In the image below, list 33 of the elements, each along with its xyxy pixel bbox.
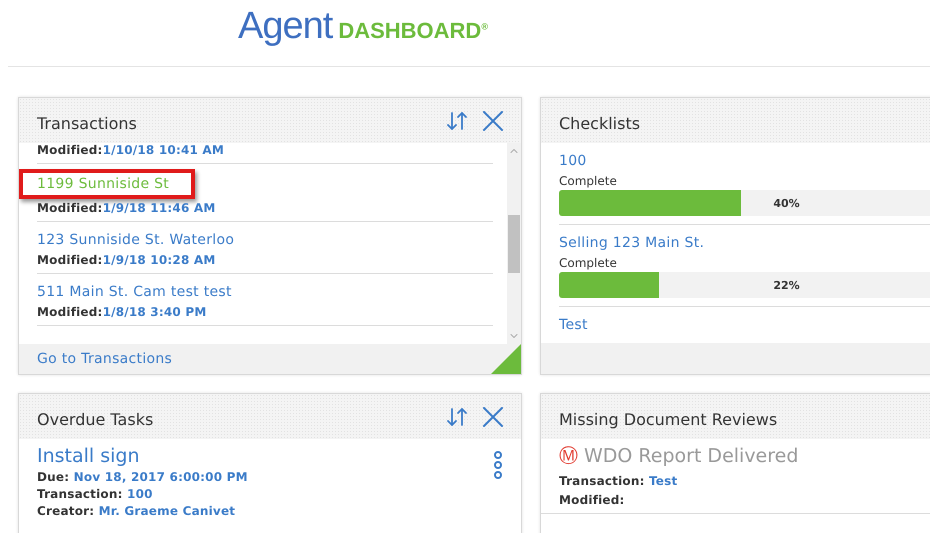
scrollbar-thumb[interactable] [508, 214, 520, 272]
detail-text: Modified: [559, 493, 626, 507]
checklist-link[interactable]: Selling 123 Main St. [559, 233, 704, 253]
close-button[interactable] [483, 110, 503, 130]
detail-text: Transaction: Test [559, 474, 678, 488]
transaction-link[interactable]: 1199 Sunniside St [37, 174, 170, 194]
card-title: Checklists [559, 113, 640, 133]
task-link[interactable]: Install sign [37, 445, 140, 467]
detail-text: Creator: Mr. Graeme Canivet [37, 504, 236, 518]
modified-text: Modified:1/8/18 3:40 PM [37, 305, 206, 319]
status-symbol: Ⓜ [559, 444, 578, 469]
modified-text: Modified:1/9/18 11:46 AM [37, 201, 216, 215]
checklist-link[interactable]: 100 [559, 151, 587, 171]
card-title: Transactions [37, 113, 137, 133]
modified-text: Modified:1/9/18 10:28 AM [37, 253, 216, 267]
card-title: Missing Document Reviews [559, 409, 778, 429]
card-title: Overdue Tasks [37, 409, 154, 429]
transaction-link[interactable]: 123 Sunniside St. Waterloo [37, 230, 234, 250]
review-title: WDO Report Delivered [584, 445, 798, 467]
more-options-button[interactable] [493, 451, 503, 479]
modified-text: Modified:1/10/18 10:41 AM [37, 143, 224, 157]
transaction-link[interactable]: 511 Main St. Cam test test [37, 282, 232, 302]
close-button[interactable] [483, 406, 503, 426]
progress-reading: 22% [773, 278, 800, 292]
progress-reading: 40% [773, 196, 800, 210]
status-label: Complete [559, 174, 617, 188]
go-to-transactions-link[interactable]: Go to Transactions [37, 351, 172, 367]
logo: Agent DASHBOARD$^{®}$ [238, 4, 488, 48]
corner-triangle-icon [491, 344, 521, 374]
detail-text: Due: Nov 18, 2017 6:00:00 PM [37, 470, 248, 484]
detail-text: Transaction: 100 [37, 487, 153, 501]
status-label: Complete [559, 256, 617, 270]
checklist-link[interactable]: Test [559, 315, 588, 335]
